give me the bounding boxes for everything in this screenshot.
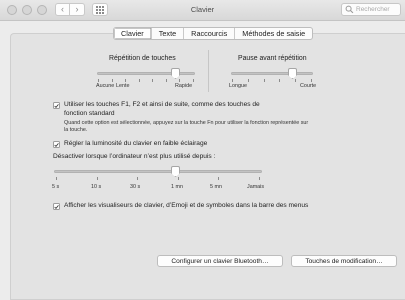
key-repeat-label-aucune: Aucune (96, 83, 115, 89)
backlight-off-slider[interactable] (54, 170, 262, 173)
tab-methodes-de-saisie[interactable]: Méthodes de saisie (234, 28, 312, 39)
fn-keys-checkbox[interactable] (53, 102, 60, 109)
search-placeholder: Rechercher (356, 6, 390, 13)
key-repeat-slider[interactable] (97, 72, 195, 75)
brightness-label: Régler la luminosité du clavier en faibl… (64, 140, 208, 147)
fn-keys-label-line1: Utiliser les touches F1, F2 et ainsi de … (64, 101, 260, 108)
viewers-checkbox[interactable] (53, 203, 60, 210)
backlight-tick-10s: 10 s (91, 184, 102, 190)
search-field[interactable]: Rechercher (341, 3, 401, 16)
delay-until-repeat-slider[interactable] (231, 72, 313, 75)
brightness-checkbox[interactable] (53, 141, 60, 148)
modifier-keys-button[interactable]: Touches de modification… (291, 255, 397, 267)
key-repeat-label-lente: Lente (116, 83, 130, 89)
title-bar: ‹ › Clavier Rechercher (0, 0, 405, 21)
checkmark-icon (54, 142, 59, 147)
backlight-tick-1mn: 1 mn (171, 184, 183, 190)
backlight-tick-5mn: 5 mn (210, 184, 222, 190)
tab-texte[interactable]: Texte (150, 28, 183, 39)
backlight-tick-jamais: Jamais (247, 184, 265, 190)
tab-clavier[interactable]: Clavier (114, 28, 151, 39)
key-repeat-title: Répétition de touches (109, 55, 176, 62)
backlight-off-ticks (56, 177, 260, 181)
vertical-divider (208, 50, 209, 92)
configure-bluetooth-keyboard-button[interactable]: Configurer un clavier Bluetooth… (157, 255, 283, 267)
delay-label-courte: Courte (300, 83, 317, 89)
fn-keys-note-line1: Quand cette option est sélectionnée, app… (64, 120, 309, 126)
delay-label-longue: Longue (229, 83, 247, 89)
checkmark-icon (54, 204, 59, 209)
fn-keys-label-line2: fonction standard (64, 110, 115, 117)
backlight-tick-5s: 5 s (52, 184, 60, 190)
checkmark-icon (54, 103, 59, 108)
backlight-tick-30s: 30 s (130, 184, 141, 190)
search-icon (345, 5, 354, 14)
viewers-label: Afficher les visualiseurs de clavier, d’… (64, 202, 309, 209)
fn-keys-note-line2: la touche. (64, 127, 88, 133)
key-repeat-label-rapide: Rapide (175, 83, 193, 89)
tab-bar: Clavier Texte Raccourcis Méthodes de sai… (113, 27, 314, 40)
backlight-off-label: Désactiver lorsque l’ordinateur n’est pl… (53, 153, 216, 160)
tab-raccourcis[interactable]: Raccourcis (183, 28, 234, 39)
keyboard-preferences-window: ‹ › Clavier Rechercher Clavier Texte Rac… (0, 0, 405, 300)
delay-until-repeat-title: Pause avant répétition (238, 55, 307, 62)
